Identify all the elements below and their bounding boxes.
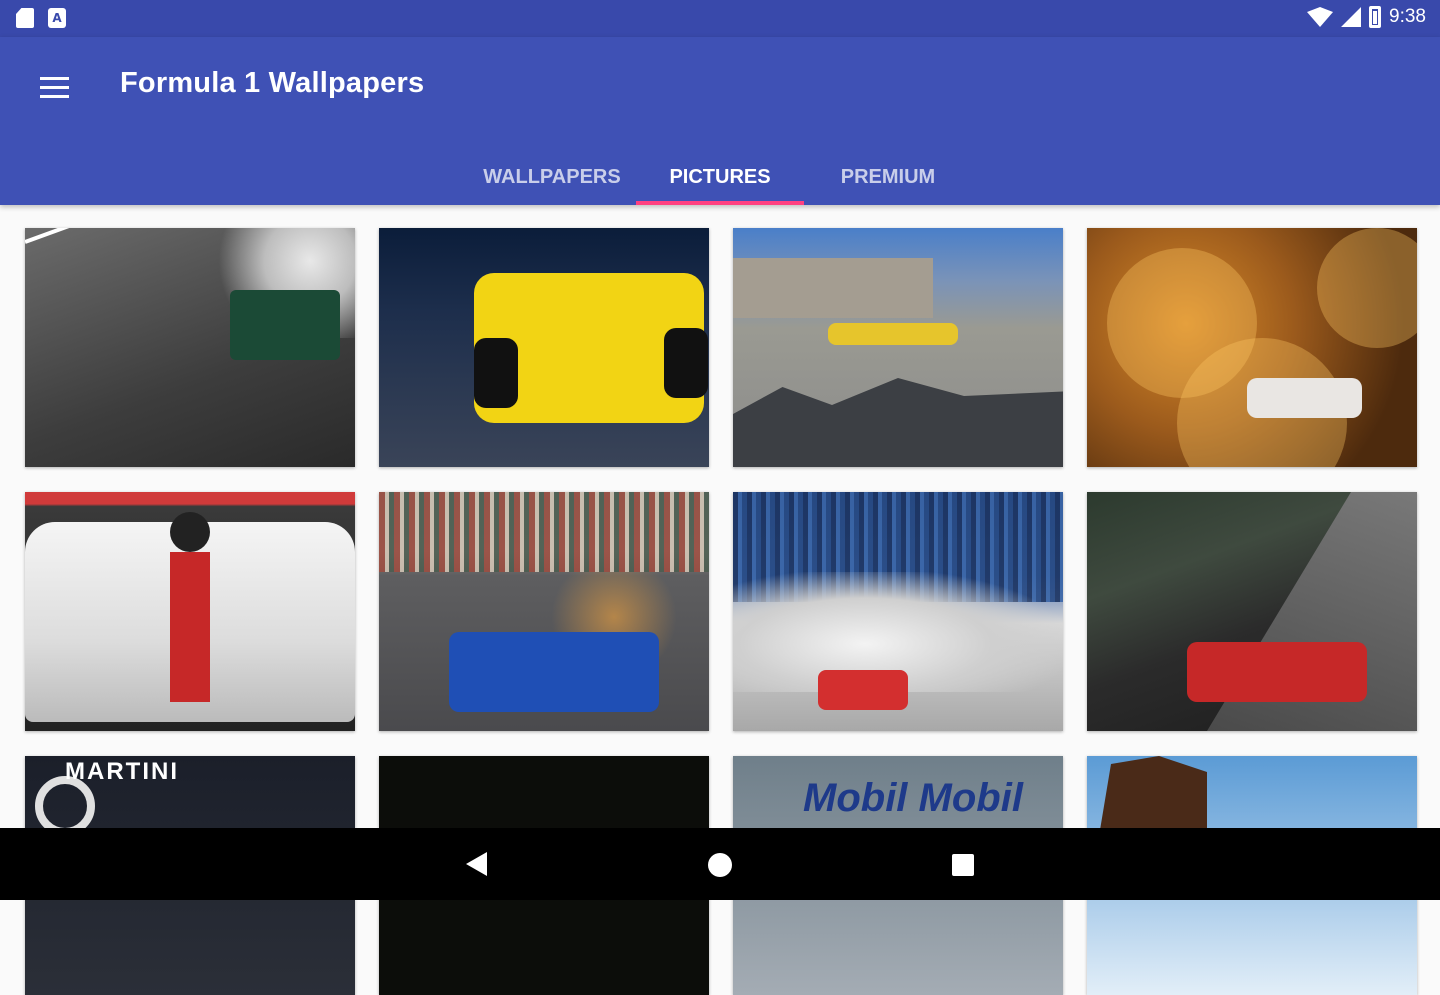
tile-image: [828, 323, 958, 345]
app-title: Formula 1 Wallpapers: [120, 67, 425, 99]
tab-wallpapers[interactable]: WALLPAPERS: [468, 149, 636, 205]
status-left-icons: [16, 8, 66, 28]
tile-image: [449, 632, 659, 712]
menu-line: [40, 85, 69, 89]
app-bar: Formula 1 Wallpapers WALLPAPERS PICTURES…: [0, 37, 1440, 205]
tile-image: [25, 228, 101, 244]
tile-image: [1099, 756, 1207, 836]
tab-pictures[interactable]: PICTURES: [636, 149, 804, 205]
tile-overlay-text: Mobil Mobil: [803, 776, 1023, 820]
tab-premium[interactable]: PREMIUM: [804, 149, 972, 205]
picture-tile[interactable]: [25, 228, 355, 467]
status-right-icons: 9:38: [1307, 6, 1426, 28]
tile-overlay-text: MARTINI: [65, 758, 179, 785]
home-icon[interactable]: [708, 853, 732, 877]
picture-tile[interactable]: [1087, 228, 1417, 467]
menu-line: [40, 94, 69, 98]
back-icon[interactable]: [466, 852, 487, 876]
menu-line: [40, 76, 69, 80]
picture-tile[interactable]: [1087, 492, 1417, 731]
sd-card-icon: [16, 8, 34, 28]
recents-icon[interactable]: [952, 854, 974, 876]
picture-tile[interactable]: [733, 492, 1063, 731]
tile-image: [1187, 642, 1367, 702]
tile-image: [733, 258, 933, 318]
picture-tile[interactable]: [379, 492, 709, 731]
tile-image: [170, 512, 210, 552]
tile-image: [664, 328, 708, 398]
picture-tile[interactable]: [379, 228, 709, 467]
tile-image: [170, 552, 210, 702]
tile-image: [379, 492, 709, 572]
status-time: 9:38: [1389, 6, 1426, 27]
system-nav-bar: [0, 828, 1440, 900]
signal-icon: [1341, 7, 1362, 27]
picture-tile[interactable]: [25, 492, 355, 731]
tab-bar: WALLPAPERS PICTURES PREMIUM: [468, 149, 972, 205]
tile-image: [1247, 378, 1362, 418]
tile-image: [818, 670, 908, 710]
tile-image: [1317, 228, 1417, 348]
app-a-icon: [48, 8, 66, 28]
battery-icon: [1369, 6, 1382, 28]
tile-image: [474, 338, 518, 408]
tile-image: [733, 378, 1063, 467]
status-bar: 9:38: [0, 0, 1440, 37]
picture-tile[interactable]: [733, 228, 1063, 467]
wifi-icon: [1307, 7, 1334, 27]
tile-image: [230, 290, 340, 360]
hamburger-menu-icon[interactable]: [24, 63, 84, 111]
